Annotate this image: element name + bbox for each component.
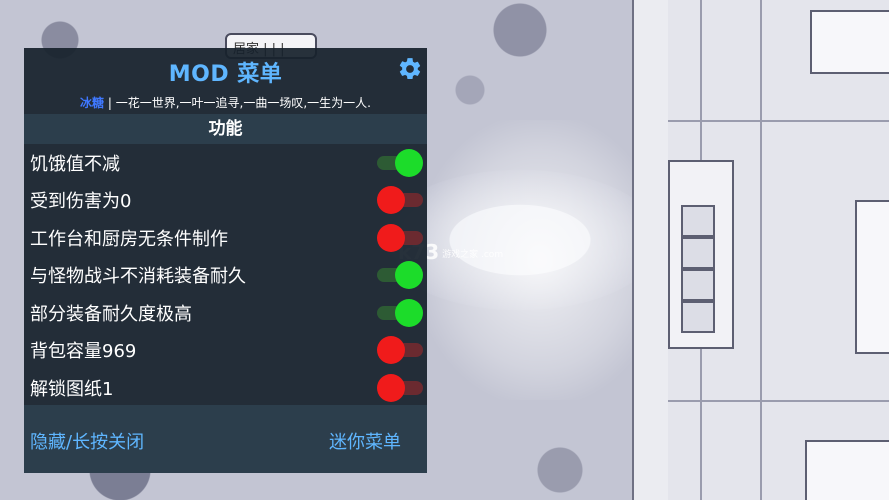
feature-toggle[interactable] bbox=[377, 260, 423, 290]
subtitle-separator: | bbox=[104, 96, 116, 110]
author-motto: 一花一世界,一叶一追寻,一曲一场叹,一生为一人. bbox=[115, 96, 371, 110]
feature-toggle[interactable] bbox=[377, 148, 423, 178]
feature-item[interactable]: 受到伤害为0 bbox=[24, 182, 427, 220]
gear-icon[interactable] bbox=[397, 56, 423, 82]
building-wall bbox=[632, 0, 672, 500]
feature-item[interactable]: 解锁图纸1 bbox=[24, 369, 427, 407]
feature-toggle[interactable] bbox=[377, 298, 423, 328]
feature-list: 饥饿值不减 受到伤害为0 工作台和厨房无条件制作 与怪物战斗不消耗装备耐久 部分… bbox=[24, 144, 427, 407]
menu-title: MOD 菜单 bbox=[168, 62, 283, 87]
mini-menu-button[interactable]: 迷你菜单 bbox=[329, 428, 401, 454]
gate-panel bbox=[681, 301, 715, 333]
feature-label: 受到伤害为0 bbox=[30, 191, 132, 213]
feature-item[interactable]: 与怪物战斗不消耗装备耐久 bbox=[24, 257, 427, 295]
watermark-subtext: 游戏之家 .com bbox=[442, 250, 504, 260]
menu-footer: 隐藏/长按关闭 迷你菜单 bbox=[24, 405, 427, 473]
feature-label: 与怪物战斗不消耗装备耐久 bbox=[30, 266, 246, 288]
feature-item[interactable]: 饥饿值不减 bbox=[24, 144, 427, 182]
feature-toggle[interactable] bbox=[377, 223, 423, 253]
gate-panel bbox=[681, 205, 715, 237]
wall-line bbox=[700, 345, 702, 500]
section-title: 功能 bbox=[24, 114, 427, 144]
gate-panel bbox=[681, 237, 715, 269]
room-bottom-right bbox=[805, 440, 889, 500]
toggle-knob bbox=[377, 223, 405, 252]
toggle-knob bbox=[395, 298, 423, 327]
feature-label: 背包容量969 bbox=[30, 341, 137, 363]
toggle-knob bbox=[377, 373, 405, 402]
feature-item[interactable]: 部分装备耐久度极高 bbox=[24, 294, 427, 332]
feature-label: 部分装备耐久度极高 bbox=[30, 303, 192, 325]
toggle-knob bbox=[395, 261, 423, 290]
gate-panel bbox=[681, 269, 715, 301]
wall-line bbox=[700, 0, 702, 160]
feature-label: 解锁图纸1 bbox=[30, 378, 114, 400]
menu-header: MOD 菜单 bbox=[24, 48, 427, 92]
toggle-knob bbox=[377, 186, 405, 215]
feature-item[interactable]: 工作台和厨房无条件制作 bbox=[24, 219, 427, 257]
feature-toggle[interactable] bbox=[377, 335, 423, 365]
wall-line bbox=[668, 120, 889, 122]
room-right bbox=[855, 200, 889, 354]
feature-toggle[interactable] bbox=[377, 373, 423, 403]
room-top-right bbox=[810, 10, 889, 74]
feature-label: 饥饿值不减 bbox=[30, 153, 120, 175]
wall-line bbox=[760, 0, 762, 500]
toggle-knob bbox=[377, 336, 405, 365]
menu-subtitle: 冰糖 | 一花一世界,一叶一追寻,一曲一场叹,一生为一人. bbox=[24, 92, 427, 114]
author-name: 冰糖 bbox=[80, 96, 105, 110]
wall-line bbox=[668, 400, 889, 402]
toggle-knob bbox=[395, 148, 423, 177]
feature-label: 工作台和厨房无条件制作 bbox=[30, 228, 228, 250]
feature-item[interactable]: 背包容量969 bbox=[24, 332, 427, 370]
feature-toggle[interactable] bbox=[377, 185, 423, 215]
mod-menu-panel: MOD 菜单 冰糖 | 一花一世界,一叶一追寻,一曲一场叹,一生为一人. 功能 … bbox=[24, 48, 427, 473]
hide-menu-button[interactable]: 隐藏/长按关闭 bbox=[30, 428, 144, 454]
